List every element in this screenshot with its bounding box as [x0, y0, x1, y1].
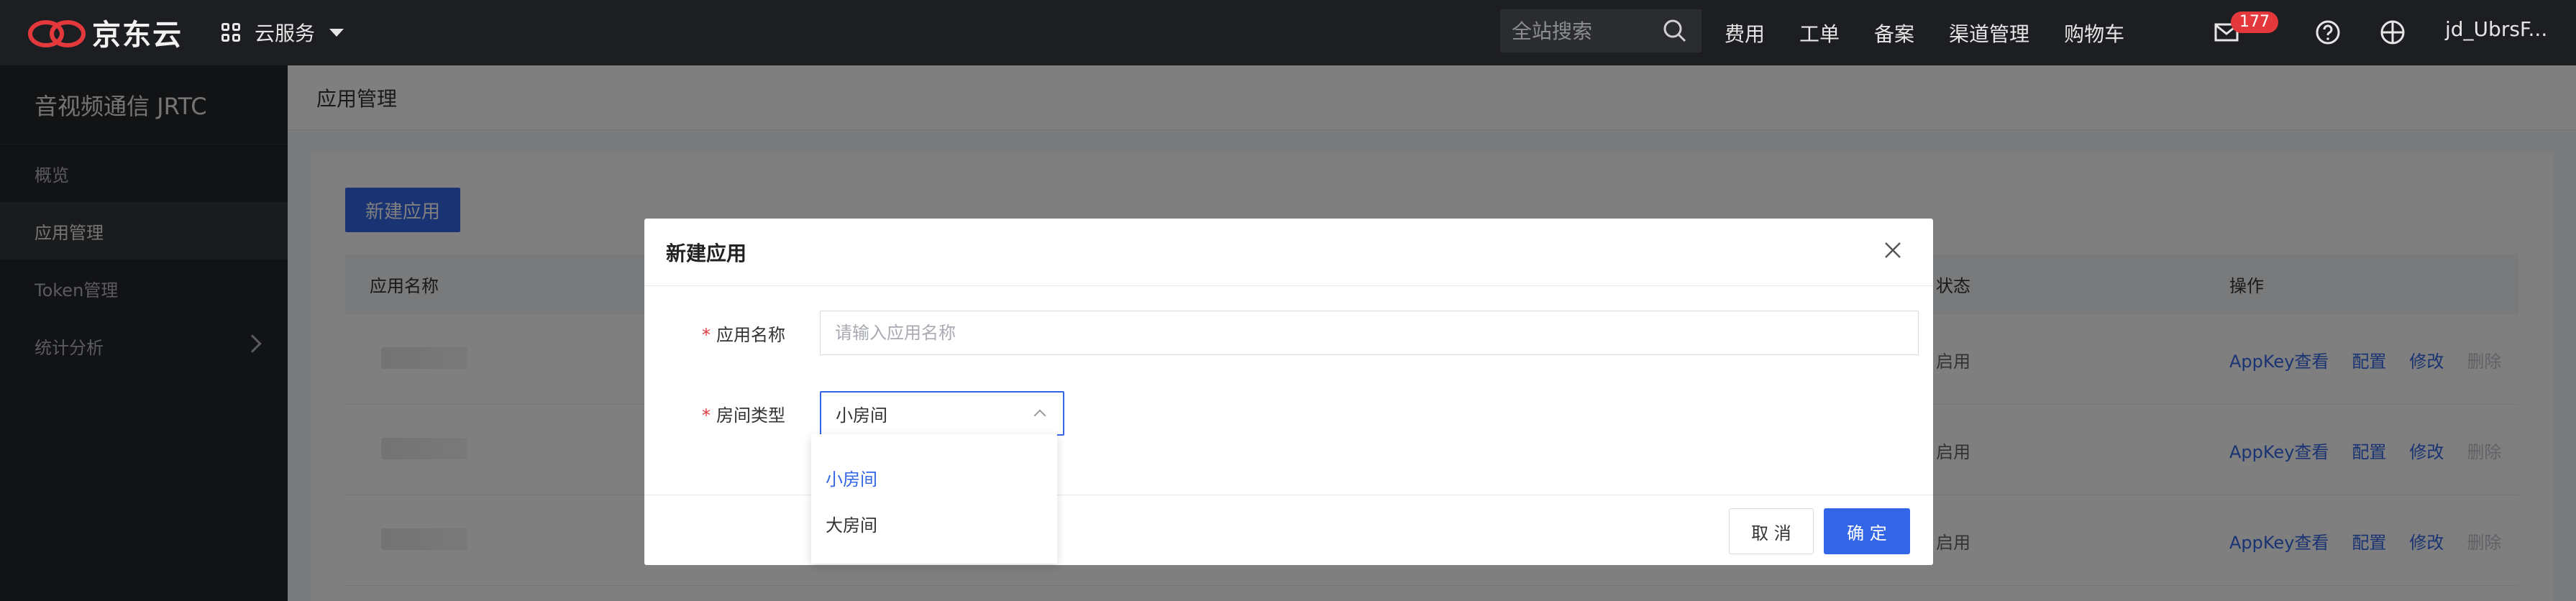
nav-link-cart[interactable]: 购物车: [2064, 19, 2124, 47]
global-search: [1500, 9, 1702, 52]
nav-link-billing[interactable]: 费用: [1725, 19, 1765, 47]
notification-badge: 177: [2231, 12, 2278, 33]
app-name-label: * 应用名称: [644, 321, 820, 346]
language-icon[interactable]: [2379, 19, 2406, 46]
top-navigation-bar: 京东云 云服务 费用 工单 备案 渠道管理 购物车 177 jd_UbrsF..…: [0, 0, 2576, 65]
services-menu[interactable]: 云服务: [221, 14, 344, 50]
app-name-label-text: 应用名称: [716, 324, 785, 345]
app-name-row: * 应用名称: [644, 311, 1919, 355]
search-input[interactable]: [1512, 19, 1655, 43]
room-type-value: 小房间: [836, 405, 887, 426]
required-marker: *: [702, 324, 711, 345]
brand-name: 京东云: [92, 19, 183, 52]
jdcloud-logo-icon: [28, 20, 86, 47]
room-type-label: * 房间类型: [644, 401, 820, 426]
room-type-option-small[interactable]: 小房间: [811, 454, 1057, 500]
top-nav-links: 费用 工单 备案 渠道管理 购物车: [1725, 0, 2159, 65]
chevron-up-icon: [1033, 409, 1046, 422]
nav-link-channel[interactable]: 渠道管理: [1949, 19, 2029, 47]
grid-icon: [221, 23, 240, 42]
cancel-button[interactable]: 取 消: [1729, 508, 1814, 554]
nav-link-tickets[interactable]: 工单: [1799, 19, 1840, 47]
dialog-title: 新建应用: [644, 219, 1933, 286]
user-account[interactable]: jd_UbrsF...: [2445, 17, 2547, 41]
room-type-label-text: 房间类型: [716, 405, 785, 426]
help-icon[interactable]: [2314, 19, 2342, 46]
nav-link-filing[interactable]: 备案: [1874, 19, 1914, 47]
app-name-input[interactable]: [820, 311, 1919, 355]
services-label: 云服务: [255, 22, 316, 45]
caret-down-icon: [329, 28, 344, 37]
room-type-select[interactable]: 小房间: [820, 391, 1064, 436]
brand-logo[interactable]: 京东云: [27, 12, 183, 53]
room-type-dropdown: 小房间 大房间: [811, 434, 1057, 564]
close-icon[interactable]: [1881, 239, 1904, 262]
room-type-row: * 房间类型 小房间: [644, 391, 1064, 436]
search-icon[interactable]: [1663, 19, 1687, 43]
required-marker: *: [702, 405, 711, 426]
room-type-option-large[interactable]: 大房间: [811, 500, 1057, 546]
confirm-button[interactable]: 确 定: [1824, 508, 1910, 554]
